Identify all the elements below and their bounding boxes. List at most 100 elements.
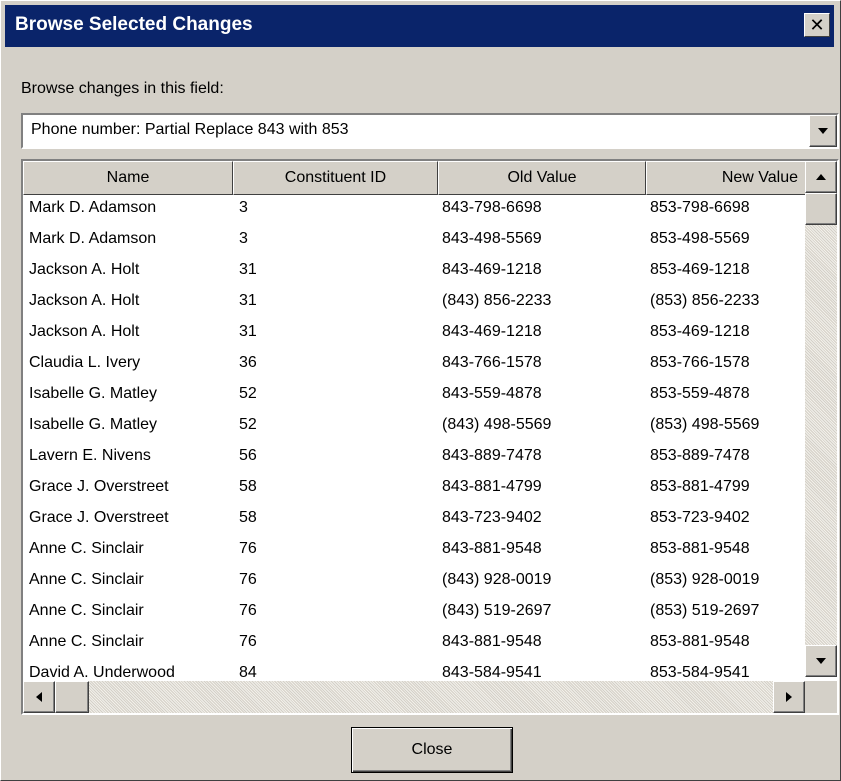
column-header-old-value[interactable]: Old Value [438, 161, 646, 195]
vertical-scrollbar[interactable] [805, 161, 837, 677]
scroll-left-button[interactable] [23, 681, 55, 713]
table-row[interactable]: Grace J. Overstreet 58 843-881-4799 853-881… [23, 474, 813, 505]
cell-constituent-id: 76 [239, 571, 257, 588]
table-row[interactable]: Mark D. Adamson 3 843-498-5569 853-498-5569 [23, 226, 813, 257]
cell-name: Mark D. Adamson [29, 230, 157, 247]
cell-old-value: (843) 856-2233 [442, 292, 552, 309]
cell-name: Anne C. Sinclair [29, 540, 144, 557]
cell-name: Anne C. Sinclair [29, 602, 144, 619]
table-row[interactable]: Claudia L. Ivery 36 843-766-1578 853-766-15… [23, 350, 813, 381]
cell-new-value: (853) 856-2233 [650, 292, 760, 309]
table-row[interactable]: Anne C. Sinclair 76 843-881-9548 853-881-95… [23, 629, 813, 660]
cell-old-value: (843) 928-0019 [442, 571, 552, 588]
cell-constituent-id: 3 [239, 230, 248, 247]
cell-old-value: 843-881-9548 [442, 633, 542, 650]
column-header-new-value[interactable]: New Value [646, 161, 813, 195]
cell-old-value: 843-498-5569 [442, 230, 542, 247]
cell-new-value: 853-889-7478 [650, 447, 750, 464]
cell-name: Claudia L. Ivery [29, 354, 141, 371]
cell-name: Mark D. Adamson [29, 199, 157, 216]
cell-old-value: 843-881-9548 [442, 540, 542, 557]
cell-constituent-id: 58 [239, 478, 257, 495]
cell-new-value: 853-723-9402 [650, 509, 750, 526]
cell-name: Isabelle G. Matley [29, 416, 158, 433]
cell-constituent-id: 52 [239, 385, 257, 402]
table-row[interactable]: Lavern E. Nivens 56 843-889-7478 853-889-74… [23, 443, 813, 474]
cell-constituent-id: 76 [239, 602, 257, 619]
cell-name: Jackson A. Holt [29, 261, 140, 278]
cell-constituent-id: 31 [239, 261, 257, 278]
changes-grid: Name Constituent ID Old Value New Value … [21, 159, 839, 715]
cell-old-value: 843-469-1218 [442, 323, 542, 340]
cell-new-value: 853-798-6698 [650, 199, 750, 216]
table-row[interactable]: Anne C. Sinclair 76 (843) 928-0019 (853) 92… [23, 567, 813, 598]
cell-new-value: 853-559-4878 [650, 385, 750, 402]
title-close-button[interactable]: ✕ [804, 13, 830, 37]
cell-new-value: 853-498-5569 [650, 230, 750, 247]
cell-constituent-id: 58 [239, 509, 257, 526]
column-header-name[interactable]: Name [23, 161, 233, 195]
cell-name: Jackson A. Holt [29, 323, 140, 340]
cell-new-value: 853-881-9548 [650, 633, 750, 650]
cell-new-value: (853) 498-5569 [650, 416, 760, 433]
title-bar[interactable]: Browse Selected Changes ✕ [5, 5, 834, 47]
cell-new-value: 853-469-1218 [650, 323, 750, 340]
cell-constituent-id: 84 [239, 664, 257, 681]
cell-constituent-id: 76 [239, 633, 257, 650]
scrollbar-corner [805, 681, 837, 713]
field-dropdown-value: Phone number: Partial Replace 843 with 8… [31, 121, 349, 138]
window-title: Browse Selected Changes [15, 14, 253, 35]
cell-constituent-id: 76 [239, 540, 257, 557]
table-row[interactable]: Anne C. Sinclair 76 (843) 519-2697 (853) 51… [23, 598, 813, 629]
cell-old-value: 843-469-1218 [442, 261, 542, 278]
dropdown-button[interactable] [809, 115, 837, 147]
cell-name: Jackson A. Holt [29, 292, 140, 309]
cell-new-value: 853-584-9541 [650, 664, 750, 681]
table-row[interactable]: Jackson A. Holt 31 843-469-1218 853-469-121… [23, 319, 813, 350]
table-row[interactable]: Isabelle G. Matley 52 (843) 498-5569 (853) … [23, 412, 813, 443]
cell-old-value: (843) 519-2697 [442, 602, 552, 619]
table-row[interactable]: Isabelle G. Matley 52 843-559-4878 853-559-… [23, 381, 813, 412]
horizontal-scroll-thumb[interactable] [55, 681, 89, 713]
cell-name: Lavern E. Nivens [29, 447, 151, 464]
cell-old-value: 843-798-6698 [442, 199, 542, 216]
scroll-down-button[interactable] [805, 645, 837, 677]
cell-new-value: 853-881-4799 [650, 478, 750, 495]
table-row[interactable]: Mark D. Adamson 3 843-798-6698 853-798-6698 [23, 195, 813, 226]
browse-changes-dialog: Browse Selected Changes ✕ Browse changes… [0, 0, 841, 781]
cell-name: Anne C. Sinclair [29, 571, 144, 588]
cell-name: Isabelle G. Matley [29, 385, 158, 402]
cell-old-value: 843-723-9402 [442, 509, 542, 526]
table-row[interactable]: Anne C. Sinclair 76 843-881-9548 853-881-95… [23, 536, 813, 567]
cell-old-value: (843) 498-5569 [442, 416, 552, 433]
cell-constituent-id: 36 [239, 354, 257, 371]
cell-old-value: 843-766-1578 [442, 354, 542, 371]
grid-rows: Mark D. Adamson 3 843-798-6698 853-798-6698… [23, 195, 813, 691]
cell-new-value: 853-766-1578 [650, 354, 750, 371]
close-icon: ✕ [809, 15, 825, 35]
table-row[interactable]: Jackson A. Holt 31 (843) 856-2233 (853) 856… [23, 288, 813, 319]
table-row[interactable]: Grace J. Overstreet 58 843-723-9402 853-723… [23, 505, 813, 536]
horizontal-scrollbar[interactable] [23, 681, 805, 713]
cell-new-value: (853) 928-0019 [650, 571, 760, 588]
vertical-scroll-thumb[interactable] [805, 193, 837, 225]
cell-constituent-id: 52 [239, 416, 257, 433]
cell-old-value: 843-889-7478 [442, 447, 542, 464]
cell-name: Anne C. Sinclair [29, 633, 144, 650]
cell-constituent-id: 56 [239, 447, 257, 464]
scroll-right-button[interactable] [773, 681, 805, 713]
cell-old-value: 843-584-9541 [442, 664, 542, 681]
cell-name: Grace J. Overstreet [29, 509, 169, 526]
column-header-constituent-id[interactable]: Constituent ID [233, 161, 438, 195]
cell-old-value: 843-881-4799 [442, 478, 542, 495]
cell-constituent-id: 31 [239, 292, 257, 309]
table-row[interactable]: Jackson A. Holt 31 843-469-1218 853-469-121… [23, 257, 813, 288]
field-dropdown[interactable]: Phone number: Partial Replace 843 with 8… [21, 113, 839, 149]
cell-new-value: 853-469-1218 [650, 261, 750, 278]
cell-constituent-id: 3 [239, 199, 248, 216]
cell-name: Grace J. Overstreet [29, 478, 169, 495]
cell-old-value: 843-559-4878 [442, 385, 542, 402]
scroll-up-button[interactable] [805, 161, 837, 193]
close-button[interactable]: Close [351, 727, 513, 773]
cell-constituent-id: 31 [239, 323, 257, 340]
